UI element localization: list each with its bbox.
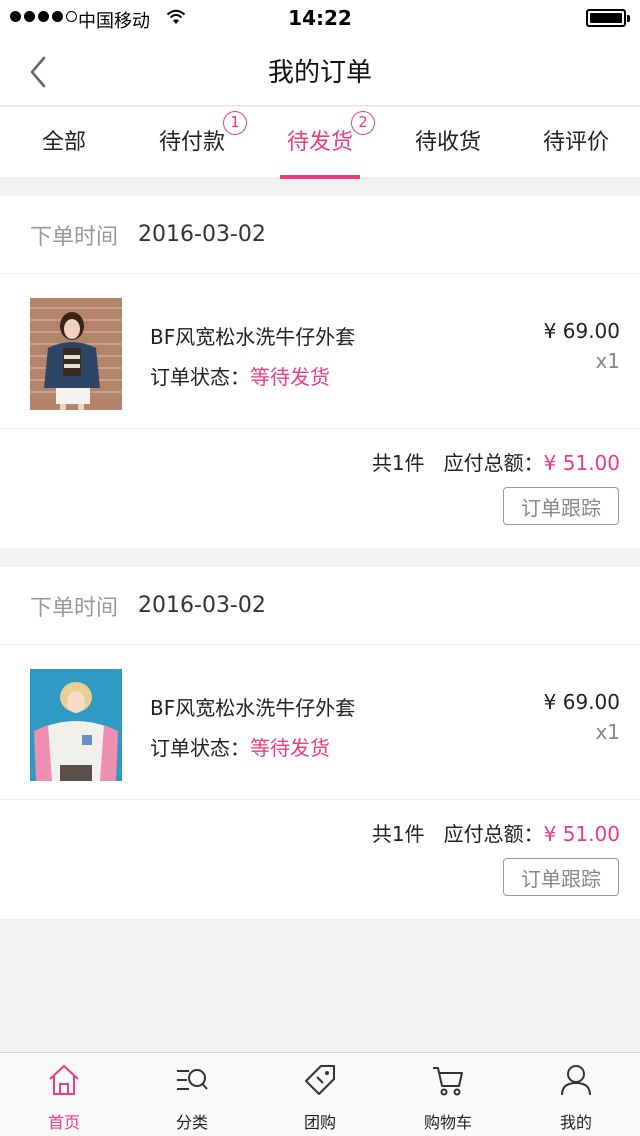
count-badge: 1 [223, 111, 247, 135]
count-badge: 2 [351, 111, 375, 135]
tab-label: 全部 [41, 130, 86, 155]
bottom-tab-label: 团购 [303, 1113, 336, 1132]
home-icon [49, 1065, 79, 1095]
product-name: BF风宽松水洗牛仔外套 [150, 325, 356, 349]
bottom-tab-label: 分类 [175, 1113, 208, 1132]
tab-label: 待付款 1 [159, 107, 247, 179]
bottom-tab-profile[interactable]: 我的 [512, 1053, 640, 1136]
user-icon [561, 1065, 591, 1096]
bottom-tab-groupbuy[interactable]: 团购 [256, 1053, 384, 1136]
page-title: 我的订单 [267, 58, 372, 88]
total-amount: ¥ 51.00 [543, 822, 620, 846]
bottom-tab-cart[interactable]: 购物车 [384, 1053, 512, 1136]
total-amount: ¥ 51.00 [543, 451, 620, 475]
product-price: ¥ 69.00 [543, 690, 620, 714]
tab-pending-review[interactable]: 待评价 [512, 107, 640, 179]
track-order-button[interactable]: 订单跟踪 [503, 858, 619, 896]
order-status: 订单状态：等待发货 [150, 365, 330, 389]
order-card: 下单时间 2016-03-02 BF风宽松水洗牛仔外套 订单状态：等待发货 ¥ … [0, 567, 640, 919]
order-header: 下单时间 2016-03-02 [0, 567, 640, 645]
product-quantity: x1 [595, 720, 620, 744]
bottom-tab-home[interactable]: 首页 [0, 1053, 128, 1136]
order-summary: 共1件 应付总额：¥ 51.00 订单跟踪 [0, 800, 640, 918]
product-row[interactable]: BF风宽松水洗牛仔外套 订单状态：等待发货 ¥ 69.00 x1 [0, 645, 640, 800]
order-card: 下单时间 2016-03-02 BF风宽松水洗牛仔外套 订单状态：等待发货 ¥ … [0, 196, 640, 548]
product-thumbnail[interactable] [30, 669, 122, 781]
order-total: 共1件 应付总额：¥ 51.00 [371, 451, 620, 475]
order-status: 订单状态：等待发货 [150, 736, 330, 760]
tab-all[interactable]: 全部 [0, 107, 128, 179]
order-time-label: 下单时间 [30, 224, 119, 250]
cart-icon [433, 1067, 463, 1096]
tag-icon [305, 1065, 335, 1095]
status-bar: 中国移动 14:22 [0, 0, 640, 36]
tab-label: 待评价 [542, 130, 609, 155]
bottom-tab-category[interactable]: 分类 [128, 1053, 256, 1136]
order-time-label: 下单时间 [30, 595, 119, 621]
order-status-tabs: 全部 待付款 1 待发货 2 待收货 待评价 [0, 107, 640, 179]
tab-label: 待收货 [414, 130, 481, 155]
product-quantity: x1 [595, 349, 620, 373]
order-date: 2016-03-02 [138, 593, 266, 618]
clock: 14:22 [288, 6, 352, 30]
tab-pending-payment[interactable]: 待付款 1 [128, 107, 256, 179]
tab-pending-receipt[interactable]: 待收货 [384, 107, 512, 179]
battery-icon [586, 9, 630, 27]
bottom-tab-label: 我的 [559, 1113, 592, 1132]
category-search-icon [177, 1069, 208, 1090]
bottom-tab-label: 购物车 [423, 1113, 472, 1132]
nav-bar: 我的订单 [0, 36, 640, 106]
active-tab-indicator [280, 175, 360, 179]
order-total: 共1件 应付总额：¥ 51.00 [371, 822, 620, 846]
product-thumbnail[interactable] [30, 298, 122, 410]
order-header: 下单时间 2016-03-02 [0, 196, 640, 274]
tab-label: 待发货 2 [287, 107, 375, 179]
tab-pending-shipment[interactable]: 待发货 2 [256, 107, 384, 179]
order-date: 2016-03-02 [138, 222, 266, 247]
track-order-button[interactable]: 订单跟踪 [503, 487, 619, 525]
product-price: ¥ 69.00 [543, 319, 620, 343]
bottom-tab-bar: 首页 分类 团购 购物车 我的 [0, 1052, 640, 1136]
product-row[interactable]: BF风宽松水洗牛仔外套 订单状态：等待发货 ¥ 69.00 x1 [0, 274, 640, 429]
order-summary: 共1件 应付总额：¥ 51.00 订单跟踪 [0, 429, 640, 547]
bottom-tab-label: 首页 [47, 1113, 80, 1132]
product-name: BF风宽松水洗牛仔外套 [150, 696, 356, 720]
